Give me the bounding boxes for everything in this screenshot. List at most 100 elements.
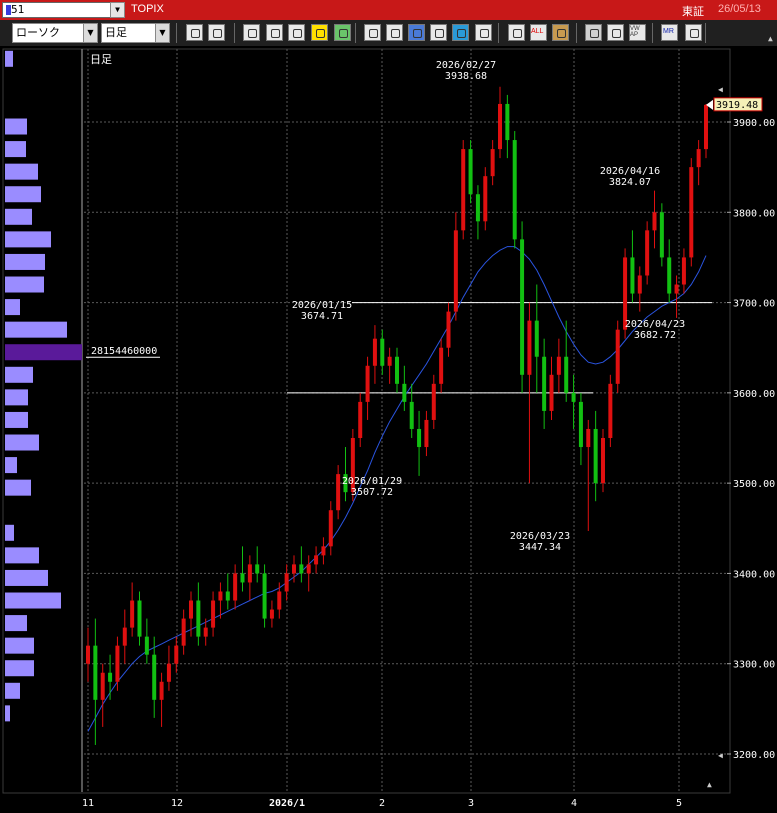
fill-button[interactable] <box>364 24 381 41</box>
grid-button[interactable] <box>266 24 283 41</box>
chevron-down-icon: ▼ <box>155 24 169 42</box>
candle-body <box>159 681 164 700</box>
palette-button[interactable] <box>607 24 624 41</box>
volume-profile-bar <box>5 118 27 135</box>
title-bar: 51 ▼ TOPIX 東証 26/05/13 <box>0 0 777 20</box>
candle-body <box>402 383 407 402</box>
volume-profile-bar <box>5 50 13 67</box>
candle-body <box>130 600 135 628</box>
toolbar-separator <box>652 23 653 43</box>
candle-body <box>144 636 149 655</box>
grid-icon <box>271 29 280 38</box>
toolbar-separator <box>355 23 356 43</box>
arrows-button[interactable] <box>288 24 305 41</box>
warning-button[interactable] <box>311 24 328 41</box>
candle-body <box>321 546 326 556</box>
cursor-button[interactable] <box>386 24 403 41</box>
volume-profile-bar <box>5 547 39 564</box>
chart-background <box>0 46 777 813</box>
marker-button[interactable] <box>243 24 260 41</box>
toolbar-separator <box>576 23 577 43</box>
scroll-up-arrow[interactable]: ▲ <box>768 34 773 43</box>
color-icon <box>590 29 599 38</box>
settings-button[interactable] <box>552 24 569 41</box>
x-tick-label: 11 <box>82 798 94 809</box>
candle-body <box>630 257 635 294</box>
compare-button[interactable] <box>208 24 225 41</box>
candle-body <box>306 564 311 574</box>
chart-type-select[interactable]: ローソク ▼ <box>12 23 98 43</box>
candle-body <box>218 591 223 601</box>
volume-profile-bar <box>5 592 61 609</box>
candle-body <box>542 356 547 411</box>
candle-body <box>696 149 701 168</box>
toolbar: ローソク ▼ 日足 ▼ ALL VW AP MR <box>0 20 777 47</box>
zoom-button[interactable] <box>186 24 203 41</box>
erase-button[interactable] <box>408 24 425 41</box>
all-icon: ALL <box>531 28 544 35</box>
axis-bottom-arrow: ◀ <box>718 751 723 760</box>
marker-icon <box>248 29 257 38</box>
candle-button[interactable] <box>475 24 492 41</box>
x-tick-label: 2026/1 <box>269 798 305 809</box>
period-select[interactable]: 日足 ▼ <box>101 23 170 43</box>
annotation-date: 2026/03/23 <box>510 531 570 542</box>
x-tick-label: 2 <box>379 798 385 809</box>
candle-body <box>527 320 532 375</box>
candle-body <box>520 239 525 375</box>
all-button[interactable]: ALL <box>530 24 547 41</box>
vwap-button[interactable]: VW AP <box>629 24 646 41</box>
candle-body <box>534 320 539 357</box>
candle-body <box>417 428 422 448</box>
annotation-value: 3674.71 <box>301 311 343 322</box>
candle-body <box>439 347 444 384</box>
color-button[interactable] <box>585 24 602 41</box>
pen-button[interactable] <box>334 24 351 41</box>
candle-body <box>483 176 488 222</box>
annotation-date: 2026/01/29 <box>342 476 402 487</box>
candlestick-chart[interactable]: 日足 28154460000 2026/02/273938.68 2026/01/… <box>0 46 777 813</box>
chevron-down-icon: ▼ <box>83 24 97 42</box>
candle-body <box>247 564 252 583</box>
x-tick-label: 5 <box>676 798 682 809</box>
candle-body <box>704 104 708 150</box>
candle-body <box>100 672 105 700</box>
trash-button[interactable] <box>452 24 469 41</box>
candle-range-button[interactable] <box>508 24 525 41</box>
toolbar-separator <box>176 23 177 43</box>
candle-body <box>203 627 208 637</box>
mr-button[interactable]: MR <box>661 24 678 41</box>
y-tick-label: 3800.00 <box>733 208 775 219</box>
y-tick-label: 3400.00 <box>733 569 775 580</box>
y-tick-label: 3300.00 <box>733 660 775 671</box>
volume-profile-bar <box>5 524 14 541</box>
candle-body <box>395 356 399 384</box>
volume-profile-bar <box>5 321 67 338</box>
note-button[interactable] <box>430 24 447 41</box>
volume-profile-bar <box>5 389 28 406</box>
code-dropdown-button[interactable]: ▼ <box>110 2 125 18</box>
menu-button[interactable] <box>685 24 702 41</box>
volume-profile-bar <box>5 569 48 586</box>
settings-icon <box>557 29 566 38</box>
annotation-date: 2026/04/16 <box>600 166 660 177</box>
candle-body <box>166 663 171 682</box>
candle-body <box>380 338 385 366</box>
y-tick-label: 3700.00 <box>733 299 775 310</box>
annotation-value: 3824.07 <box>609 177 651 188</box>
volume-profile-bar <box>5 411 28 428</box>
candle-body <box>674 284 679 294</box>
code-input[interactable]: 51 <box>2 2 122 18</box>
palette-icon <box>612 29 621 38</box>
vwap-icon: VW AP <box>630 26 640 38</box>
candle-body <box>115 645 120 682</box>
last-price-label: 3919.48 <box>716 100 758 111</box>
x-tick-label: 3 <box>468 798 474 809</box>
volume-profile-bar <box>5 141 26 158</box>
candle-range-icon <box>513 29 522 38</box>
candle-body <box>637 275 642 294</box>
y-tick-label: 3500.00 <box>733 479 775 490</box>
candle-body <box>277 591 282 610</box>
corner-arrow: ▲ <box>707 780 712 789</box>
arrows-icon <box>293 29 302 38</box>
